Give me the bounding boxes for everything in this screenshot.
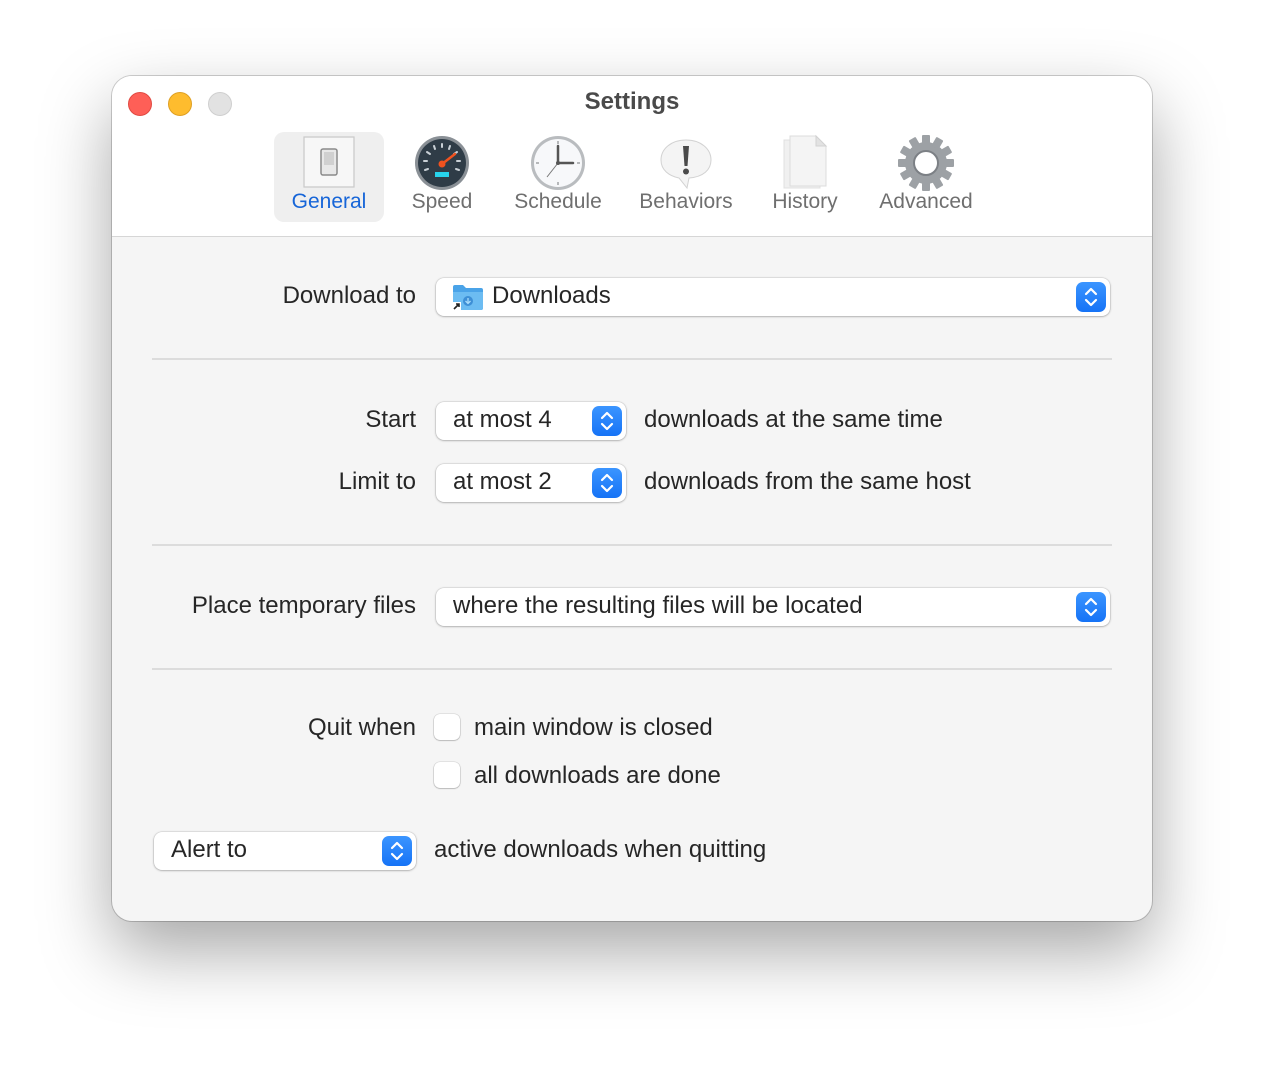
limit-suffix: downloads from the same host (644, 468, 971, 495)
alert-suffix: active downloads when quitting (434, 836, 767, 863)
limit-value: at most 2 (453, 468, 552, 495)
quit-when-label: Quit when (307, 714, 416, 741)
tab-label: Schedule (514, 190, 602, 213)
alert-popup[interactable]: Alert to (154, 832, 416, 870)
separator (152, 544, 1112, 546)
general-pane: Download to Downloads Start at most 4 do… (112, 237, 1152, 921)
separator (152, 358, 1112, 360)
start-value: at most 4 (453, 406, 552, 433)
document-icon (776, 134, 834, 192)
temp-files-label: Place temporary files (191, 592, 416, 619)
tab-schedule[interactable]: Schedule (502, 132, 614, 222)
window-title: Settings (584, 88, 680, 115)
limit-popup[interactable]: at most 2 (436, 464, 626, 502)
speedometer-icon (413, 134, 471, 192)
start-suffix: downloads at the same time (644, 406, 943, 433)
all-downloads-done-checkbox[interactable] (434, 762, 460, 788)
tab-label: Speed (411, 190, 473, 213)
tab-label: History (772, 190, 838, 213)
toolbar: Settings General Speed Schedule Behavior… (112, 76, 1152, 237)
temp-files-popup[interactable]: where the resulting files will be locate… (436, 588, 1110, 626)
main-window-closed-label[interactable]: main window is closed (474, 714, 713, 742)
tab-label: Behaviors (639, 190, 733, 213)
tab-label: General (291, 190, 367, 213)
up-down-chevron-icon (1076, 282, 1106, 312)
up-down-chevron-icon (1076, 592, 1106, 622)
start-label: Start (365, 406, 416, 433)
temp-files-value: where the resulting files will be locate… (453, 592, 863, 619)
all-downloads-done-label[interactable]: all downloads are done (474, 762, 721, 790)
main-window-closed-checkbox[interactable] (434, 714, 460, 740)
tab-speed[interactable]: Speed (394, 132, 490, 222)
preference-tabs: General Speed Schedule Behaviors History… (112, 132, 1152, 222)
download-to-label: Download to (282, 282, 416, 309)
gear-icon (897, 134, 955, 192)
tab-general[interactable]: General (274, 132, 384, 222)
up-down-chevron-icon (592, 406, 622, 436)
exclamation-bubble-icon (657, 134, 715, 192)
download-to-popup[interactable]: Downloads (436, 278, 1110, 316)
up-down-chevron-icon (592, 468, 622, 498)
downloads-folder-icon (452, 283, 484, 316)
tab-history[interactable]: History (758, 132, 852, 222)
tab-advanced[interactable]: Advanced (864, 132, 988, 222)
start-popup[interactable]: at most 4 (436, 402, 626, 440)
up-down-chevron-icon (382, 836, 412, 866)
tab-label: Advanced (879, 190, 973, 213)
limit-label: Limit to (338, 468, 416, 495)
light-switch-icon (300, 134, 358, 192)
clock-icon (529, 134, 587, 192)
download-to-value: Downloads (492, 282, 611, 309)
settings-window: Settings General Speed Schedule Behavior… (112, 76, 1152, 921)
separator (152, 668, 1112, 670)
tab-behaviors[interactable]: Behaviors (626, 132, 746, 222)
alert-value: Alert to (171, 836, 248, 863)
